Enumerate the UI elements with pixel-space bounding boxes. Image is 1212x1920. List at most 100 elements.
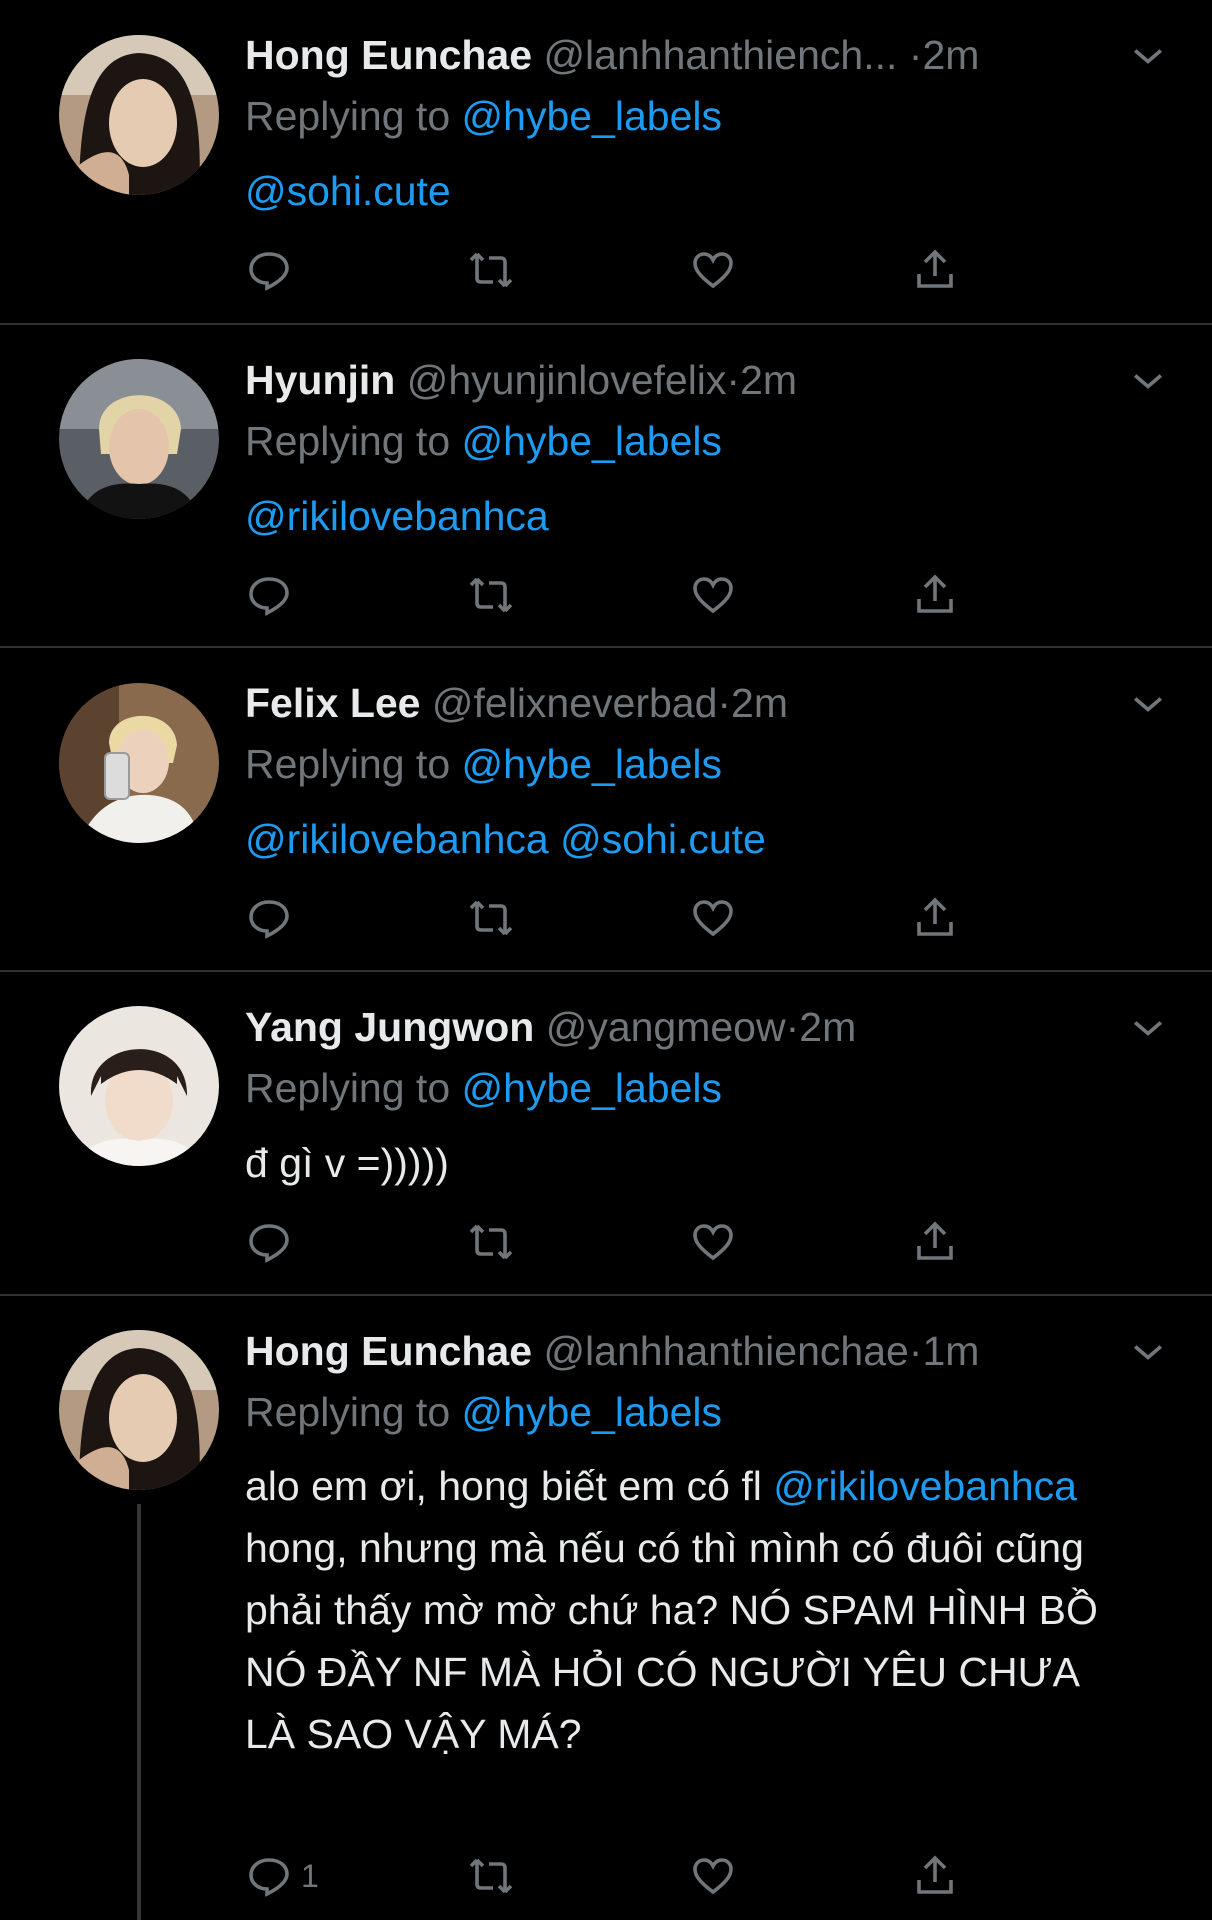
- replying-to: Replying to @hybe_labels: [245, 734, 722, 794]
- display-name[interactable]: Hong Eunchae: [245, 32, 532, 78]
- share-button[interactable]: [911, 892, 959, 944]
- replying-to-label: Replying to: [245, 418, 451, 464]
- display-name[interactable]: Yang Jungwon: [245, 1004, 534, 1050]
- tweet-text: @rikilovebanhca: [245, 485, 1125, 547]
- blond-mirror-selfie-avatar-icon: [59, 683, 219, 843]
- action-bar: [245, 244, 985, 296]
- retweet-button[interactable]: [467, 1216, 515, 1268]
- handle[interactable]: @lanhhanthienchae: [543, 1328, 908, 1374]
- timestamp[interactable]: 2m: [731, 680, 788, 726]
- heart-icon: [693, 252, 733, 289]
- separator-dot: ·: [785, 1004, 800, 1050]
- action-bar: [245, 1216, 985, 1268]
- chevron-down-icon[interactable]: [1126, 34, 1170, 78]
- replying-to-handle[interactable]: @hybe_labels: [462, 741, 722, 787]
- handle[interactable]: @felixneverbad: [432, 680, 718, 726]
- reply-count: 1: [301, 1857, 319, 1894]
- thread-line: [137, 1504, 141, 1920]
- tweet[interactable]: Felix Lee @felixneverbad·2m Replying to …: [0, 648, 1212, 972]
- share-icon: [917, 574, 953, 613]
- heart-icon: [693, 1858, 733, 1895]
- handle[interactable]: @lanhhanthiench...: [543, 32, 897, 78]
- mention-link[interactable]: @rikilovebanhca: [773, 1463, 1077, 1509]
- timestamp[interactable]: 2m: [922, 32, 979, 78]
- share-button[interactable]: [911, 1850, 959, 1902]
- avatar[interactable]: [59, 1006, 219, 1166]
- action-bar: 1: [245, 1850, 985, 1902]
- heart-icon: [693, 1224, 733, 1261]
- avatar[interactable]: [59, 1330, 219, 1490]
- action-bar: [245, 569, 985, 621]
- tweet[interactable]: Hong Eunchae @lanhhanthienchae·1m Replyi…: [0, 1296, 1212, 1920]
- tweet[interactable]: Yang Jungwon @yangmeow·2m Replying to @h…: [0, 972, 1212, 1296]
- tweet-text-segment: alo em ơi, hong biết em có fl: [245, 1463, 774, 1509]
- share-icon: [917, 1855, 953, 1894]
- replying-to: Replying to @hybe_labels: [245, 1058, 722, 1118]
- replying-to-handle[interactable]: @hybe_labels: [462, 418, 722, 464]
- retweet-icon: [469, 252, 513, 288]
- reply-button[interactable]: [245, 244, 293, 296]
- reply-button[interactable]: [245, 569, 293, 621]
- reply-icon: [249, 900, 289, 939]
- retweet-button[interactable]: [467, 892, 515, 944]
- share-icon: [917, 249, 953, 288]
- reply-icon: [249, 1224, 289, 1263]
- tweet-text-segment: hong, nhưng mà nếu có thì mình có đuôi c…: [245, 1525, 1098, 1757]
- replying-to-handle[interactable]: @hybe_labels: [462, 1389, 722, 1435]
- retweet-button[interactable]: [467, 569, 515, 621]
- replying-to-label: Replying to: [245, 1065, 451, 1111]
- chevron-down-icon[interactable]: [1126, 1006, 1170, 1050]
- replying-to: Replying to @hybe_labels: [245, 1382, 722, 1442]
- like-button[interactable]: [689, 1850, 737, 1902]
- tweet[interactable]: Hong Eunchae @lanhhanthiench... ·2m Repl…: [0, 0, 1212, 325]
- handle[interactable]: @hyunjinlovefelix: [407, 357, 727, 403]
- chevron-down-icon[interactable]: [1126, 682, 1170, 726]
- like-button[interactable]: [689, 244, 737, 296]
- avatar[interactable]: [59, 359, 219, 519]
- tweet-header: Hong Eunchae @lanhhanthiench... ·2m: [245, 25, 1102, 85]
- timestamp[interactable]: 2m: [740, 357, 797, 403]
- display-name[interactable]: Hyunjin: [245, 357, 395, 403]
- heart-icon: [693, 577, 733, 614]
- mention-link[interactable]: @rikilovebanhca: [245, 816, 549, 862]
- avatar[interactable]: [59, 683, 219, 843]
- reply-button[interactable]: [245, 892, 293, 944]
- display-name[interactable]: Felix Lee: [245, 680, 420, 726]
- reply-button[interactable]: [245, 1216, 293, 1268]
- blond-man-avatar-icon: [59, 359, 219, 519]
- separator-dot: ·: [908, 32, 923, 78]
- like-button[interactable]: [689, 892, 737, 944]
- avatar[interactable]: [59, 35, 219, 195]
- dark-hair-boy-avatar-icon: [59, 1006, 219, 1166]
- share-button[interactable]: [911, 1216, 959, 1268]
- tweet-header: Hong Eunchae @lanhhanthienchae·1m: [245, 1321, 1102, 1381]
- mention-link[interactable]: @sohi.cute: [560, 816, 766, 862]
- reply-button[interactable]: 1: [245, 1850, 319, 1902]
- tweet[interactable]: Hyunjin @hyunjinlovefelix·2m Replying to…: [0, 325, 1212, 648]
- tweet-text-segment: đ gì v =))))): [245, 1140, 449, 1186]
- chevron-down-icon[interactable]: [1126, 359, 1170, 403]
- retweet-button[interactable]: [467, 244, 515, 296]
- like-button[interactable]: [689, 1216, 737, 1268]
- tweet-text: @sohi.cute: [245, 160, 1125, 222]
- timestamp[interactable]: 2m: [799, 1004, 856, 1050]
- retweet-button[interactable]: [467, 1850, 515, 1902]
- like-button[interactable]: [689, 569, 737, 621]
- replying-to-handle[interactable]: @hybe_labels: [462, 1065, 722, 1111]
- woman-dark-hair-avatar-icon: [59, 1330, 219, 1490]
- retweet-icon: [469, 1858, 513, 1894]
- retweet-icon: [469, 900, 513, 936]
- share-button[interactable]: [911, 569, 959, 621]
- action-bar: [245, 892, 985, 944]
- replying-to-handle[interactable]: @hybe_labels: [462, 93, 722, 139]
- display-name[interactable]: Hong Eunchae: [245, 1328, 532, 1374]
- mention-link[interactable]: @sohi.cute: [245, 168, 451, 214]
- tweet-text: alo em ơi, hong biết em có fl @rikiloveb…: [245, 1455, 1125, 1765]
- handle[interactable]: @yangmeow: [546, 1004, 786, 1050]
- share-button[interactable]: [911, 244, 959, 296]
- mention-link[interactable]: @rikilovebanhca: [245, 493, 549, 539]
- share-icon: [917, 897, 953, 936]
- chevron-down-icon[interactable]: [1126, 1330, 1170, 1374]
- retweet-icon: [469, 1224, 513, 1260]
- timestamp[interactable]: 1m: [922, 1328, 979, 1374]
